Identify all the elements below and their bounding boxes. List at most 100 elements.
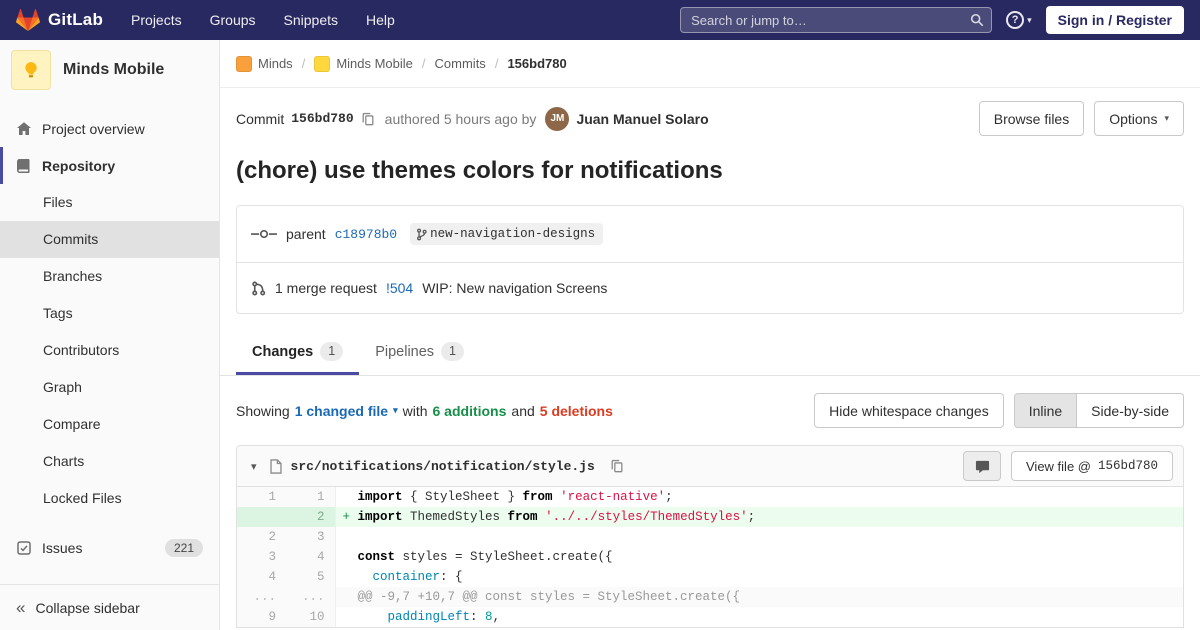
tab-pipelines[interactable]: Pipelines 1 <box>359 328 480 375</box>
tab-changes[interactable]: Changes 1 <box>236 328 359 375</box>
diff-line: 23 <box>237 527 1183 547</box>
navbar-item-projects[interactable]: Projects <box>131 12 182 28</box>
new-line-number[interactable]: 1 <box>286 487 336 507</box>
copy-file-path-button[interactable] <box>610 459 624 473</box>
diff-code-line <box>335 527 1183 547</box>
commit-title: (chore) use themes colors for notificati… <box>236 157 723 184</box>
deletions-count: 5 deletions <box>539 402 613 419</box>
sidebar: Minds Mobile Project overview Repository… <box>0 40 220 630</box>
sidebar-project-header[interactable]: Minds Mobile <box>0 40 219 100</box>
new-line-number[interactable]: 2 <box>286 507 336 527</box>
commit-sha: 156bd780 <box>291 111 354 126</box>
additions-count: 6 additions <box>432 402 507 419</box>
sidebar-item-commits[interactable]: Commits <box>0 221 219 258</box>
repository-icon <box>16 158 32 174</box>
breadcrumb-item-minds[interactable]: Minds <box>236 55 293 72</box>
view-file-button[interactable]: View file @ 156bd780 <box>1011 451 1173 481</box>
old-line-number: ... <box>237 587 286 607</box>
navbar-item-help[interactable]: Help <box>366 12 395 28</box>
chevron-down-icon: ▾ <box>1164 113 1169 123</box>
new-line-number[interactable]: 10 <box>286 607 336 627</box>
file-path[interactable]: src/notifications/notification/style.js <box>291 459 595 474</box>
navbar-item-snippets[interactable]: Snippets <box>284 12 338 28</box>
repository-subnav: Files Commits Branches Tags Contributors Grap… <box>0 184 219 517</box>
diff-table: 1 1 import { StyleSheet } from 'react-nati… <box>237 487 1183 627</box>
commit-tabs: Changes 1 Pipelines 1 <box>220 328 1200 376</box>
author-name[interactable]: Juan Manuel Solaro <box>576 111 708 127</box>
old-line-number[interactable] <box>237 507 286 527</box>
branch-icon <box>415 228 428 241</box>
old-line-number[interactable]: 2 <box>237 527 286 547</box>
old-line-number[interactable]: 1 <box>237 487 286 507</box>
diff-code-line: import { StyleSheet } from 'react-native… <box>357 490 673 504</box>
merge-request-link[interactable]: !504 <box>386 280 413 296</box>
old-line-number[interactable]: 4 <box>237 567 286 587</box>
search-icon[interactable] <box>970 13 984 27</box>
sidebar-item-label: Repository <box>42 157 116 174</box>
home-icon <box>16 121 32 137</box>
old-line-number[interactable]: 3 <box>237 547 286 567</box>
chevron-down-icon: ▾ <box>1027 14 1032 25</box>
collapse-diff-icon[interactable]: ▾ <box>247 460 261 473</box>
navbar-menu: Projects Groups Snippets Help <box>131 12 395 28</box>
sidebar-item-graph[interactable]: Graph <box>0 369 219 406</box>
file-actions: View file @ 156bd780 <box>963 451 1173 481</box>
sidebar-item-charts[interactable]: Charts <box>0 443 219 480</box>
sidebar-item-contributors[interactable]: Contributors <box>0 332 219 369</box>
sidebar-item-compare[interactable]: Compare <box>0 406 219 443</box>
navbar-item-groups[interactable]: Groups <box>210 12 256 28</box>
file-diff-header: ▾ src/notifications/notification/style.j… <box>237 446 1183 487</box>
diff-code-line: const styles = StyleSheet.create({ <box>357 550 613 564</box>
new-line-number[interactable]: 3 <box>286 527 336 547</box>
sidebar-item-tags[interactable]: Tags <box>0 295 219 332</box>
toggle-comments-button[interactable] <box>963 451 1001 481</box>
author-avatar[interactable]: JM <box>545 106 570 131</box>
issues-icon <box>16 540 32 556</box>
showing-label: Showing <box>236 402 290 419</box>
search-input[interactable] <box>680 7 993 33</box>
branch-pill[interactable]: new-navigation-designs <box>410 223 604 245</box>
search-box <box>680 7 993 33</box>
sidebar-item-branches[interactable]: Branches <box>0 258 219 295</box>
breadcrumb-item-commits[interactable]: Commits <box>435 56 486 71</box>
tab-count-badge: 1 <box>441 342 464 361</box>
options-dropdown-button[interactable]: Options ▾ <box>1094 101 1184 136</box>
sidebar-item-label: Project overview <box>42 120 145 137</box>
side-by-side-view-button[interactable]: Side-by-side <box>1077 393 1184 428</box>
commit-meta-row: Commit 156bd780 authored 5 hours ago by … <box>236 88 1184 149</box>
diff-line: 2 + import ThemedStyles from '../../styles… <box>237 507 1183 527</box>
breadcrumb-item-minds-mobile[interactable]: Minds Mobile <box>314 55 413 72</box>
sidebar-item-issues[interactable]: Issues 221 <box>0 529 219 566</box>
parent-sha-link[interactable]: c18978b0 <box>335 227 397 242</box>
diff-code-line: + import ThemedStyles from '../../styles/… <box>335 507 1183 527</box>
merge-request-title: WIP: New navigation Screens <box>422 280 608 296</box>
new-line-number[interactable]: 4 <box>286 547 336 567</box>
diff-code-line: @@ -9,7 +10,7 @@ const styles = StyleShe… <box>335 587 1183 607</box>
diff-code-line: container: { <box>372 570 463 584</box>
signin-button[interactable]: Sign in / Register <box>1045 6 1184 34</box>
brand-name: GitLab <box>48 10 104 29</box>
diff-summary-bar: Showing 1 changed file ▾ with 6 addition… <box>236 376 1184 445</box>
new-line-number[interactable]: 5 <box>286 567 336 587</box>
inline-view-button[interactable]: Inline <box>1013 393 1078 428</box>
old-line-number[interactable]: 9 <box>237 607 286 627</box>
hide-whitespace-button[interactable]: Hide whitespace changes <box>814 393 1004 428</box>
copy-sha-button[interactable] <box>361 112 375 126</box>
browse-files-button[interactable]: Browse files <box>978 101 1085 136</box>
tab-count-badge: 1 <box>320 342 344 361</box>
sidebar-item-files[interactable]: Files <box>0 184 219 221</box>
gitlab-tanuki-icon <box>16 8 40 32</box>
minds-avatar <box>236 55 252 72</box>
changed-files-dropdown[interactable]: 1 changed file ▾ <box>295 403 398 419</box>
gitlab-home-link[interactable]: GitLab <box>16 8 103 32</box>
chevron-down-icon: ▾ <box>393 405 398 415</box>
collapse-sidebar-button[interactable]: « Collapse sidebar <box>0 584 219 630</box>
added-line-sign: + <box>342 510 351 524</box>
sidebar-item-locked-files[interactable]: Locked Files <box>0 480 219 517</box>
diff-line: 3 4 const styles = StyleSheet.create({ <box>237 547 1183 567</box>
diff-line: 1 1 import { StyleSheet } from 'react-nati… <box>237 487 1183 507</box>
issues-count-badge: 221 <box>164 538 203 557</box>
help-menu[interactable]: ? ▾ <box>1006 11 1032 29</box>
sidebar-item-repository[interactable]: Repository <box>0 147 219 184</box>
sidebar-item-project-overview[interactable]: Project overview <box>0 110 219 147</box>
